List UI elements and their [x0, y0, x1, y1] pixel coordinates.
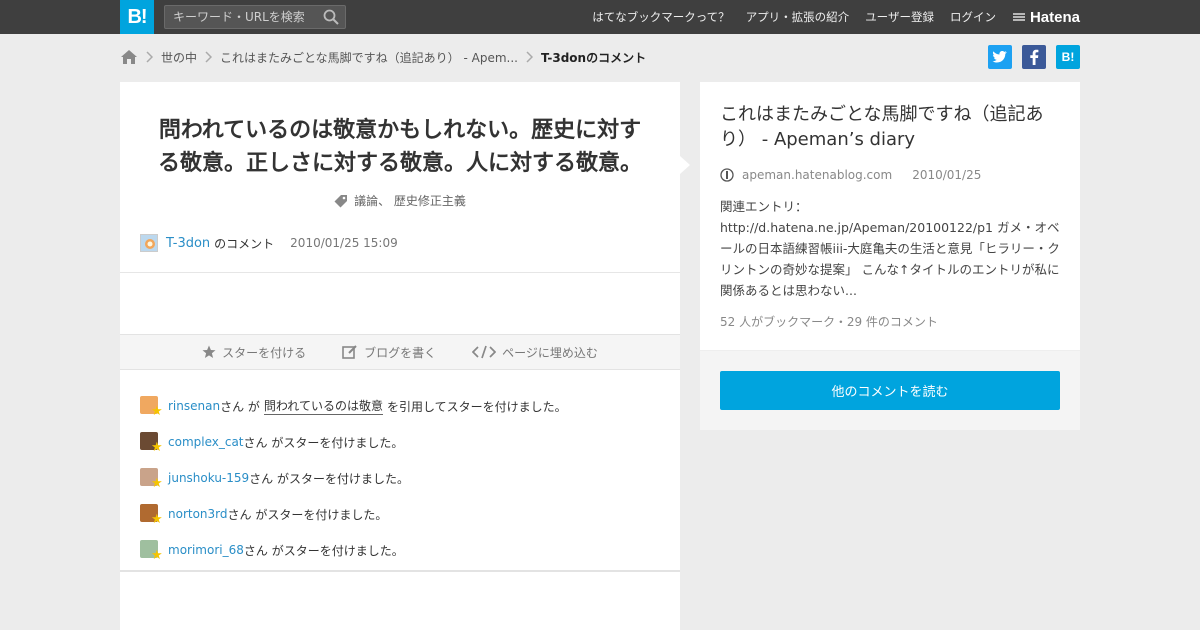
- top-nav: はてなブックマークって？ アプリ・拡張の紹介 ユーザー登録 ログイン Haten…: [592, 0, 1080, 34]
- breadcrumb-entry[interactable]: これはまたみごとな馬脚ですね（追記あり） - Apem...: [220, 49, 518, 66]
- hatena-share-button[interactable]: B!: [1056, 45, 1080, 69]
- star-user-name[interactable]: complex_cat: [168, 435, 244, 449]
- hatena-bookmark-logo[interactable]: B!: [120, 0, 154, 34]
- apps-link[interactable]: アプリ・拡張の紹介: [746, 9, 850, 25]
- entry-panel: これはまたみごとな馬脚ですね（追記あり） - Apeman’s diary ap…: [700, 82, 1080, 430]
- twitter-share-button[interactable]: [988, 45, 1012, 69]
- home-icon[interactable]: [120, 49, 138, 65]
- bookmark-count[interactable]: 52 人がブックマーク・29 件のコメント: [700, 301, 1080, 351]
- twitter-icon: [992, 51, 1007, 63]
- star-text: さん が: [220, 399, 260, 414]
- read-more-area: 他のコメントを読む: [700, 351, 1080, 430]
- star-icon: [202, 345, 216, 358]
- star-list: ★ rinsenan さん が問われているのは敬意 を引用してスターを付けました。 ★ c…: [140, 388, 660, 568]
- search-input[interactable]: [165, 6, 315, 28]
- star-icon: ★: [151, 440, 163, 455]
- hatena-logo-icon: [1012, 13, 1025, 21]
- entry-date: 2010/01/25: [912, 168, 982, 182]
- comment-timestamp[interactable]: 2010/01/25 15:09: [290, 236, 398, 250]
- search-box[interactable]: [164, 5, 346, 29]
- chevron-right-icon: [146, 51, 153, 63]
- favicon-icon: [720, 168, 734, 182]
- add-star-label: スターを付ける: [222, 345, 307, 360]
- avatar[interactable]: ★: [140, 540, 163, 563]
- star-text-after: を引用してスターを付けました。: [386, 399, 567, 414]
- chevron-right-icon: [526, 51, 533, 63]
- entry-domain[interactable]: apeman.hatenablog.com: [742, 168, 892, 182]
- star-icon: ★: [151, 476, 163, 491]
- panel-arrow: [680, 156, 690, 174]
- hatena-brand-label: Hatena: [1029, 8, 1080, 26]
- entry-title[interactable]: これはまたみごとな馬脚ですね（追記あり） - Apeman’s diary: [700, 82, 1080, 152]
- hatena-brand[interactable]: Hatena: [1012, 9, 1080, 26]
- star-list-item: ★ junshoku-159 さん がスターを付けました。: [140, 460, 660, 496]
- entry-description: 関連エントリ：http://d.hatena.ne.jp/Apeman/2010…: [720, 199, 1060, 298]
- quoted-text[interactable]: 問われているのは敬意: [263, 397, 383, 415]
- divider: [120, 570, 680, 572]
- action-bar: スターを付ける ブログを書く ページに埋め込む: [120, 334, 680, 370]
- star-list-item: ★ norton3rd さん がスターを付けました。: [140, 496, 660, 532]
- share-buttons: B!: [988, 45, 1080, 69]
- search-icon[interactable]: [323, 9, 339, 25]
- tags-label[interactable]: 議論、 歴史修正主義: [354, 192, 466, 209]
- write-blog-label: ブログを書く: [364, 345, 437, 360]
- facebook-icon: [1030, 49, 1039, 65]
- star-icon: ★: [151, 548, 163, 563]
- star-list-item: ★ complex_cat さん がスターを付けました。: [140, 424, 660, 460]
- star-user-name[interactable]: junshoku-159: [168, 471, 249, 485]
- avatar[interactable]: ★: [140, 468, 163, 491]
- author-suffix: のコメント: [214, 236, 275, 251]
- avatar[interactable]: ★: [140, 432, 163, 455]
- embed-label: ページに埋め込む: [502, 345, 598, 360]
- breadcrumb-current: T-3donのコメント: [540, 50, 647, 65]
- avatar-image: [141, 235, 157, 251]
- star-text: さん がスターを付けました。: [243, 435, 404, 450]
- about-link[interactable]: はてなブックマークって？: [592, 9, 729, 25]
- read-other-comments-button[interactable]: 他のコメントを読む: [720, 371, 1060, 410]
- avatar[interactable]: ★: [140, 504, 163, 527]
- star-list-item: ★ morimori_68 さん がスターを付けました。: [140, 532, 660, 568]
- star-user-name[interactable]: morimori_68: [168, 543, 244, 557]
- star-text: さん がスターを付けました。: [243, 543, 404, 558]
- tag-icon: [334, 194, 348, 207]
- comment-author: T-3don のコメント 2010/01/25 15:09: [140, 234, 398, 252]
- facebook-share-button[interactable]: [1022, 45, 1046, 69]
- add-star-button[interactable]: スターを付ける: [202, 344, 306, 361]
- top-bar: B! はてなブックマークって？ アプリ・拡張の紹介 ユーザー登録 ログイン Ha…: [0, 0, 1200, 34]
- star-text: さん がスターを付けました。: [249, 471, 409, 486]
- star-text: さん がスターを付けました。: [227, 507, 388, 522]
- login-link[interactable]: ログイン: [950, 9, 996, 25]
- star-user-name[interactable]: norton3rd: [168, 507, 228, 521]
- comment-tags: 議論、 歴史修正主義: [120, 192, 680, 209]
- star-icon: ★: [151, 512, 163, 527]
- star-icon: ★: [151, 404, 163, 419]
- edit-icon: [342, 345, 357, 359]
- author-name[interactable]: T-3don: [166, 236, 210, 251]
- divider: [120, 272, 680, 273]
- comment-panel: 問われているのは敬意かもしれない。歴史に対する敬意。正しさに対する敬意。人に対す…: [120, 82, 680, 630]
- star-list-item: ★ rinsenan さん が問われているのは敬意 を引用してスターを付けました。: [140, 388, 660, 424]
- star-user-name[interactable]: rinsenan: [168, 399, 220, 413]
- breadcrumb: 世の中 これはまたみごとな馬脚ですね（追記あり） - Apem... T-3do…: [120, 44, 646, 70]
- write-blog-button[interactable]: ブログを書く: [342, 344, 436, 361]
- chevron-right-icon: [205, 51, 213, 63]
- entry-meta: apeman.hatenablog.com 2010/01/25: [700, 152, 1080, 182]
- avatar[interactable]: [140, 234, 158, 252]
- breadcrumb-category[interactable]: 世の中: [161, 49, 197, 66]
- embed-button[interactable]: ページに埋め込む: [472, 344, 598, 361]
- code-icon: [472, 345, 497, 359]
- signup-link[interactable]: ユーザー登録: [865, 9, 934, 25]
- comment-text: 問われているのは敬意かもしれない。歴史に対する敬意。正しさに対する敬意。人に対す…: [157, 118, 642, 176]
- avatar[interactable]: ★: [140, 396, 163, 419]
